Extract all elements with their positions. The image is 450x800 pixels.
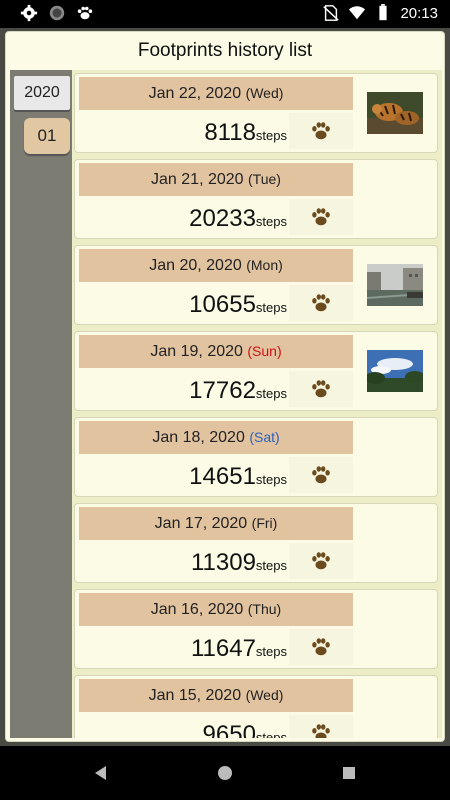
recents-icon[interactable] [338, 762, 360, 784]
date-sidebar: 2020 01 [10, 70, 72, 738]
entry-photo-tiger[interactable] [367, 92, 423, 134]
entry-steps: 9650steps [79, 715, 287, 738]
year-tab[interactable]: 2020 [14, 76, 70, 110]
status-bar: 20:13 [0, 0, 450, 28]
entry-photo-sky[interactable] [367, 350, 423, 392]
steps-count: 17762 [189, 377, 256, 404]
entry-date-bar: Jan 21, 2020 (Tue) [79, 163, 353, 196]
history-entry[interactable]: Jan 17, 2020 (Fri) 11309steps [74, 503, 438, 583]
entry-date-bar: Jan 15, 2020 (Wed) [79, 679, 353, 712]
paw-button[interactable] [289, 199, 353, 235]
history-entry[interactable]: Jan 21, 2020 (Tue) 20233steps [74, 159, 438, 239]
entry-date: Jan 21, 2020 [151, 171, 244, 188]
entry-date-bar: Jan 22, 2020 (Wed) [79, 77, 353, 110]
steps-count: 20233 [189, 205, 256, 232]
paw-button[interactable] [289, 285, 353, 321]
paw-icon [312, 122, 330, 140]
entry-weekday: (Tue) [248, 171, 281, 187]
entry-weekday: (Thu) [247, 601, 282, 617]
entry-steps: 20233steps [79, 199, 287, 235]
paw-button[interactable] [289, 543, 353, 579]
month-tab[interactable]: 01 [24, 118, 70, 154]
entry-date-bar: Jan 20, 2020 (Mon) [79, 249, 353, 282]
entry-steps: 11647steps [79, 629, 287, 665]
entry-date: Jan 22, 2020 [148, 85, 242, 102]
paw-icon [312, 380, 330, 398]
history-entry[interactable]: Jan 15, 2020 (Wed) 9650steps [74, 675, 438, 738]
entry-date: Jan 15, 2020 [148, 687, 242, 704]
entry-date-bar: Jan 19, 2020 (Sun) [79, 335, 353, 368]
entry-weekday: (Wed) [245, 687, 284, 703]
entry-steps: 10655steps [79, 285, 287, 321]
paw-icon [312, 466, 330, 484]
history-entry[interactable]: Jan 22, 2020 (Wed) 8118steps [74, 73, 438, 153]
entry-date: Jan 19, 2020 [150, 343, 243, 360]
entry-date: Jan 18, 2020 [152, 429, 245, 446]
steps-count: 11309 [190, 549, 256, 576]
steps-unit: steps [255, 730, 287, 738]
entry-steps: 17762steps [79, 371, 287, 407]
dialog-title: Footprints history list [137, 40, 313, 61]
steps-unit: steps [255, 128, 287, 143]
entry-date-bar: Jan 17, 2020 (Fri) [79, 507, 353, 540]
entry-weekday: (Mon) [246, 257, 283, 273]
entry-weekday: (Sun) [247, 343, 282, 359]
settings-gear-icon [20, 4, 38, 22]
entry-date: Jan 16, 2020 [150, 601, 244, 618]
steps-unit: steps [255, 386, 287, 401]
paw-button[interactable] [289, 371, 353, 407]
app-ball-icon [49, 5, 65, 21]
steps-unit: steps [255, 472, 287, 487]
history-dialog: Footprints history list 2020 01 Jan 22, … [5, 31, 445, 742]
entry-steps: 14651steps [79, 457, 287, 493]
paw-icon [312, 294, 330, 312]
steps-unit: steps [255, 214, 287, 229]
history-content: 2020 01 Jan 22, 2020 (Wed) 8118steps Jan… [10, 70, 442, 738]
entry-date: Jan 17, 2020 [154, 515, 248, 532]
history-list[interactable]: Jan 22, 2020 (Wed) 8118steps Jan 21, 202… [74, 73, 440, 738]
steps-count: 14651 [189, 463, 256, 490]
entry-steps: 11309steps [79, 543, 287, 579]
entry-photo-riverside[interactable] [367, 264, 423, 306]
battery-icon [379, 4, 388, 21]
entry-date: Jan 20, 2020 [149, 257, 242, 274]
entry-date-bar: Jan 18, 2020 (Sat) [79, 421, 353, 454]
steps-count: 11647 [190, 635, 256, 662]
entry-weekday: (Sat) [249, 429, 280, 445]
history-entry[interactable]: Jan 18, 2020 (Sat) 14651steps [74, 417, 438, 497]
history-entry[interactable]: Jan 20, 2020 (Mon) 10655steps [74, 245, 438, 325]
paw-icon [312, 552, 330, 570]
paw-icon [312, 638, 330, 656]
history-entry[interactable]: Jan 16, 2020 (Thu) 11647steps [74, 589, 438, 669]
steps-count: 9650 [202, 721, 256, 738]
no-sim-icon [323, 5, 340, 21]
paw-button[interactable] [289, 629, 353, 665]
wifi-icon [349, 6, 366, 20]
steps-count: 8118 [204, 119, 256, 146]
history-entry[interactable]: Jan 19, 2020 (Sun) 17762steps [74, 331, 438, 411]
steps-unit: steps [255, 300, 287, 315]
entry-steps: 8118steps [79, 113, 287, 149]
paw-button[interactable] [289, 715, 353, 738]
system-nav-bar [0, 746, 450, 800]
paw-icon [312, 208, 330, 226]
steps-count: 10655 [189, 291, 256, 318]
steps-unit: steps [255, 558, 287, 573]
home-icon[interactable] [214, 762, 236, 784]
entry-weekday: (Fri) [251, 515, 278, 531]
steps-unit: steps [255, 644, 287, 659]
paw-notification-icon [77, 6, 93, 20]
paw-button[interactable] [289, 457, 353, 493]
back-icon[interactable] [90, 762, 112, 784]
paw-icon [312, 724, 330, 738]
entry-date-bar: Jan 16, 2020 (Thu) [79, 593, 353, 626]
paw-button[interactable] [289, 113, 353, 149]
entry-weekday: (Wed) [245, 85, 284, 101]
status-time: 20:13 [400, 4, 438, 22]
